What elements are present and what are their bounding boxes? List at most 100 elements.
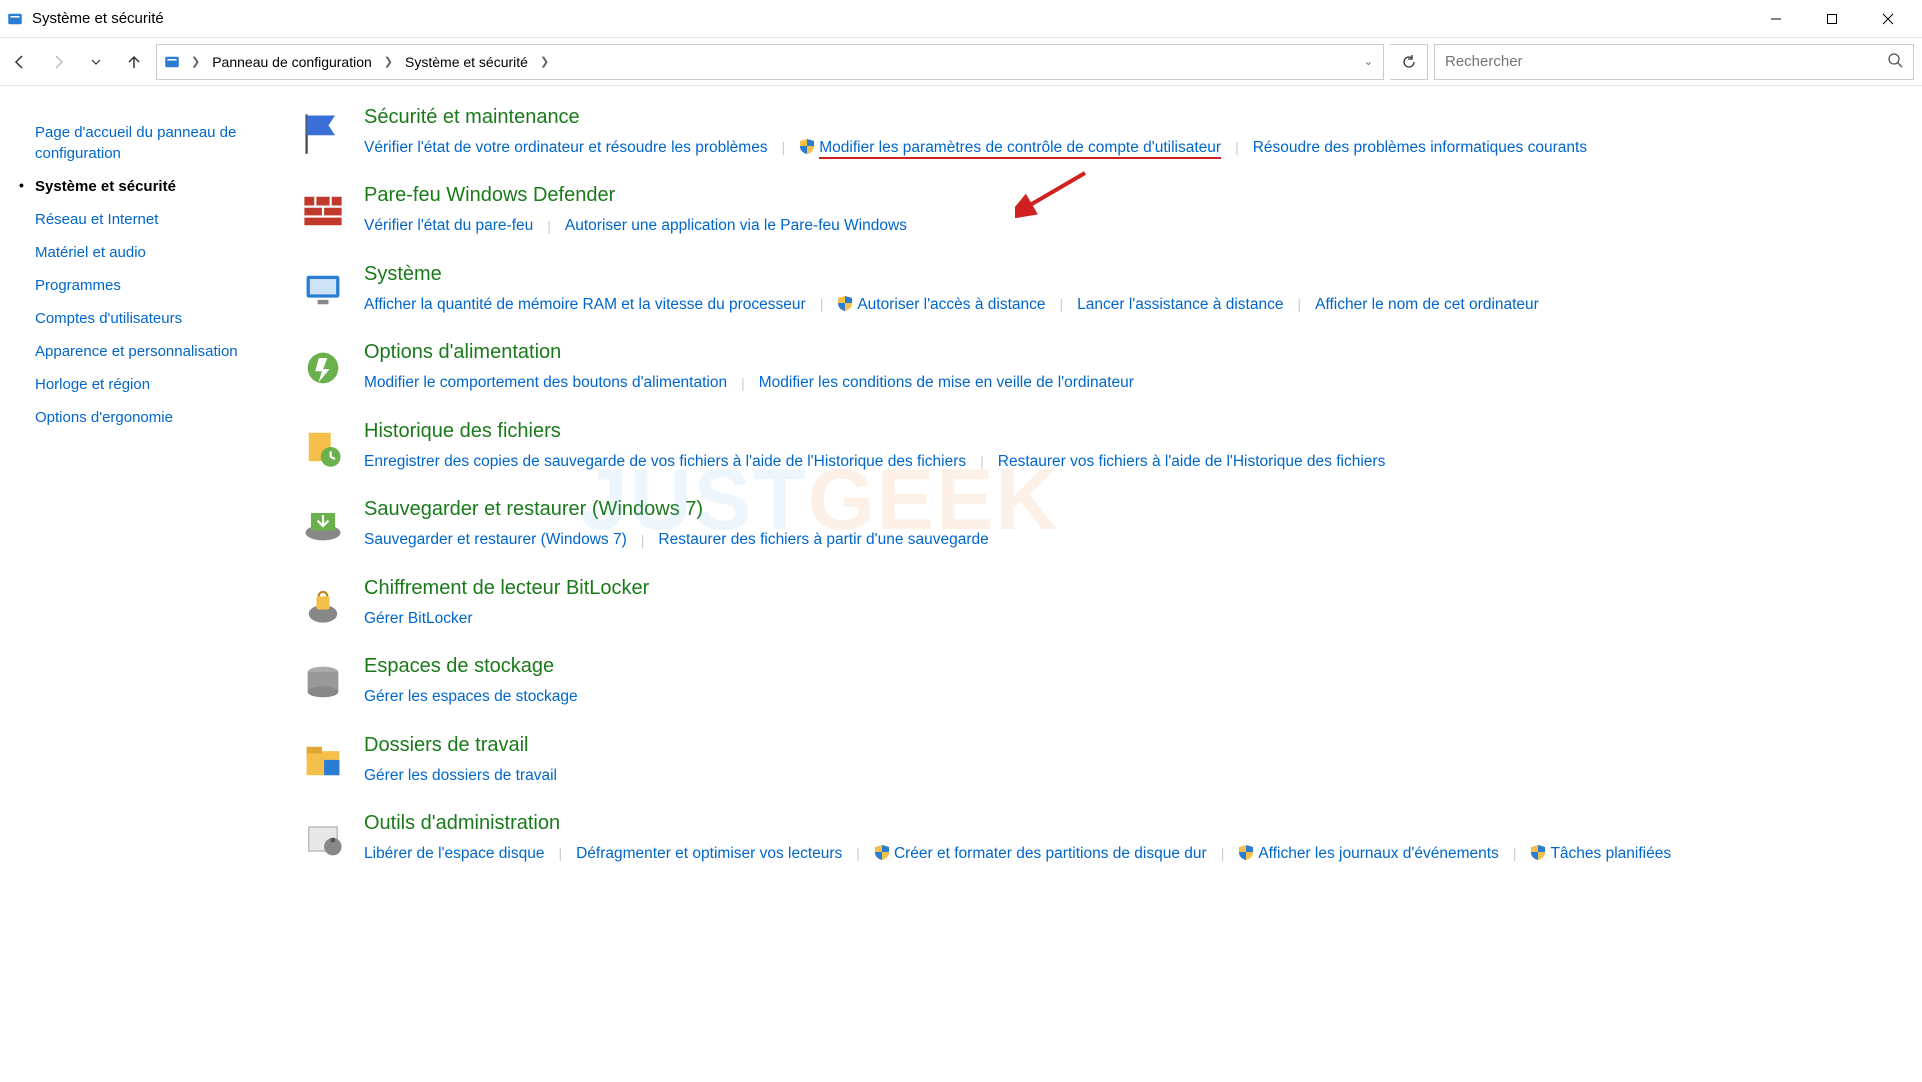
task-link[interactable]: Restaurer vos fichiers à l'aide de l'His…: [998, 447, 1386, 476]
close-button[interactable]: [1860, 0, 1916, 38]
sidebar-item[interactable]: Horloge et région: [35, 368, 280, 401]
task-link[interactable]: Afficher les journaux d'événements: [1238, 839, 1498, 868]
chevron-down-icon[interactable]: ⌄: [1360, 55, 1377, 68]
category-title[interactable]: Options d'alimentation: [364, 341, 1882, 364]
task-link[interactable]: Sauvegarder et restaurer (Windows 7): [364, 525, 627, 554]
app-icon: [6, 10, 24, 28]
category-links: Modifier le comportement des boutons d'a…: [364, 368, 1882, 397]
task-link[interactable]: Gérer les espaces de stockage: [364, 682, 578, 711]
task-link[interactable]: Modifier le comportement des boutons d'a…: [364, 368, 727, 397]
power-icon: [300, 345, 346, 387]
content-area: Page d'accueil du panneau de configurati…: [0, 86, 1922, 930]
main-panel: JUSTGEEK Sécurité et maintenanceVérifier…: [300, 106, 1922, 930]
task-link[interactable]: Défragmenter et optimiser vos lecteurs: [576, 839, 842, 868]
sidebar: Page d'accueil du panneau de configurati…: [0, 106, 300, 930]
window-title: Système et sécurité: [32, 10, 1748, 27]
task-link[interactable]: Vérifier l'état de votre ordinateur et r…: [364, 133, 768, 162]
task-link[interactable]: Autoriser l'accès à distance: [837, 290, 1045, 319]
category-title[interactable]: Sauvegarder et restaurer (Windows 7): [364, 498, 1882, 521]
task-link[interactable]: Gérer les dossiers de travail: [364, 761, 557, 790]
chevron-right-icon[interactable]: ❯: [536, 55, 553, 68]
flag-icon: [300, 110, 346, 152]
task-link[interactable]: Enregistrer des copies de sauvegarde de …: [364, 447, 966, 476]
search-input[interactable]: [1445, 53, 1887, 70]
task-link[interactable]: Afficher la quantité de mémoire RAM et l…: [364, 290, 806, 319]
separator: |: [1513, 840, 1517, 867]
sidebar-home-link[interactable]: Page d'accueil du panneau de configurati…: [35, 116, 280, 170]
task-link[interactable]: Résoudre des problèmes informatiques cou…: [1253, 133, 1587, 162]
refresh-button[interactable]: [1390, 44, 1428, 80]
category-title[interactable]: Chiffrement de lecteur BitLocker: [364, 577, 1882, 600]
separator: |: [558, 840, 562, 867]
category-links: Gérer les dossiers de travail: [364, 761, 1882, 790]
category-title[interactable]: Espaces de stockage: [364, 655, 1882, 678]
separator: |: [1235, 134, 1239, 161]
sidebar-item[interactable]: Réseau et Internet: [35, 203, 280, 236]
category-row: Options d'alimentation Modifier le compor…: [300, 341, 1882, 397]
maximize-button[interactable]: [1804, 0, 1860, 38]
bitlocker-icon: [300, 581, 346, 623]
shield-icon: [1238, 844, 1254, 860]
task-link[interactable]: Tâches planifiées: [1530, 839, 1671, 868]
category-row: Sécurité et maintenance Vérifier l'état d…: [300, 106, 1882, 162]
recent-dropdown[interactable]: [80, 46, 112, 78]
chevron-right-icon[interactable]: ❯: [187, 55, 204, 68]
task-link[interactable]: Modifier les paramètres de contrôle de c…: [799, 133, 1221, 162]
chevron-right-icon[interactable]: ❯: [380, 55, 397, 68]
sidebar-item[interactable]: Système et sécurité: [35, 170, 280, 203]
category-links: Vérifier l'état de votre ordinateur et r…: [364, 133, 1882, 162]
breadcrumb-current[interactable]: Système et sécurité: [403, 54, 530, 70]
backup-icon: [300, 502, 346, 544]
separator: |: [820, 291, 824, 318]
category-row: Pare-feu Windows Defender Vérifier l'état…: [300, 184, 1882, 240]
admintools-icon: [300, 816, 346, 858]
task-link[interactable]: Vérifier l'état du pare-feu: [364, 211, 533, 240]
task-link[interactable]: Afficher le nom de cet ordinateur: [1315, 290, 1539, 319]
category-title[interactable]: Système: [364, 263, 1882, 286]
category-title[interactable]: Outils d'administration: [364, 812, 1882, 835]
task-link[interactable]: Modifier les conditions de mise en veill…: [759, 368, 1134, 397]
address-bar[interactable]: ❯ Panneau de configuration ❯ Système et …: [156, 44, 1384, 80]
separator: |: [1221, 840, 1225, 867]
separator: |: [1060, 291, 1064, 318]
back-button[interactable]: [4, 46, 36, 78]
category-links: Gérer BitLocker: [364, 604, 1882, 633]
category-links: Enregistrer des copies de sauvegarde de …: [364, 447, 1882, 476]
task-link[interactable]: Restaurer des fichiers à partir d'une sa…: [658, 525, 988, 554]
breadcrumb-root[interactable]: Panneau de configuration: [210, 54, 374, 70]
task-link[interactable]: Gérer BitLocker: [364, 604, 473, 633]
category-links: Vérifier l'état du pare-feu | Autoriser un…: [364, 211, 1882, 240]
firewall-icon: [300, 188, 346, 230]
task-link[interactable]: Créer et formater des partitions de disq…: [874, 839, 1207, 868]
category-title[interactable]: Sécurité et maintenance: [364, 106, 1882, 129]
sidebar-item[interactable]: Options d'ergonomie: [35, 401, 280, 434]
separator: |: [980, 448, 984, 475]
category-row: Dossiers de travail Gérer les dossiers de…: [300, 734, 1882, 790]
category-links: Libérer de l'espace disque | Défragmenter …: [364, 839, 1882, 868]
shield-icon: [874, 844, 890, 860]
category-links: Afficher la quantité de mémoire RAM et l…: [364, 290, 1882, 319]
search-box[interactable]: [1434, 44, 1914, 80]
category-row: Sauvegarder et restaurer (Windows 7) Sauv…: [300, 498, 1882, 554]
minimize-button[interactable]: [1748, 0, 1804, 38]
category-title[interactable]: Historique des fichiers: [364, 420, 1882, 443]
category-row: Chiffrement de lecteur BitLocker Gérer Bi…: [300, 577, 1882, 633]
category-row: Historique des fichiers Enregistrer des c…: [300, 420, 1882, 476]
sidebar-item[interactable]: Matériel et audio: [35, 236, 280, 269]
category-title[interactable]: Pare-feu Windows Defender: [364, 184, 1882, 207]
task-link[interactable]: Lancer l'assistance à distance: [1077, 290, 1283, 319]
separator: |: [547, 213, 551, 240]
category-row: Système Afficher la quantité de mémoire R…: [300, 263, 1882, 319]
search-icon[interactable]: [1887, 52, 1903, 71]
task-link[interactable]: Autoriser une application via le Pare-fe…: [565, 211, 907, 240]
sidebar-item[interactable]: Apparence et personnalisation: [35, 335, 280, 368]
up-button[interactable]: [118, 46, 150, 78]
separator: |: [741, 370, 745, 397]
forward-button[interactable]: [42, 46, 74, 78]
category-title[interactable]: Dossiers de travail: [364, 734, 1882, 757]
window-controls: [1748, 0, 1916, 38]
separator: |: [1297, 291, 1301, 318]
sidebar-item[interactable]: Comptes d'utilisateurs: [35, 302, 280, 335]
task-link[interactable]: Libérer de l'espace disque: [364, 839, 544, 868]
sidebar-item[interactable]: Programmes: [35, 269, 280, 302]
